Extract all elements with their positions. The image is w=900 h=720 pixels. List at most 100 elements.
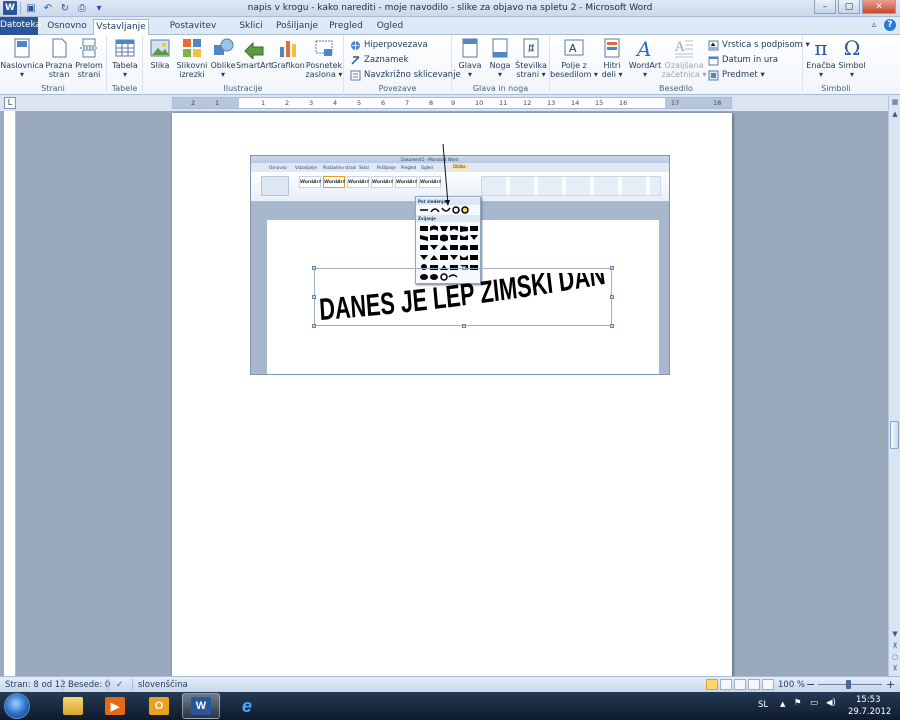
taskbar-outlook[interactable]: O [140, 693, 178, 719]
screenshot-button[interactable]: Posnetek zaslona ▾ [305, 37, 343, 79]
quick-parts-button[interactable]: Hitri deli ▾ [598, 37, 626, 79]
help-icon[interactable]: ? [884, 19, 896, 31]
volume-icon[interactable]: ◀) [826, 698, 836, 708]
input-language[interactable]: SL [758, 700, 768, 710]
window-controls: – ▢ ✕ [814, 0, 896, 14]
tab-file[interactable]: Datoteka [0, 17, 41, 35]
header-button[interactable]: Glava ▾ [455, 37, 485, 79]
zoom-slider-thumb[interactable] [846, 680, 851, 689]
scroll-up-arrow[interactable]: ▲ [890, 109, 900, 119]
language-indicator[interactable]: slovenščina [138, 680, 188, 690]
embedded-title-bar: Dokument1 - Microsoft Word [251, 156, 669, 163]
tab-home[interactable]: Osnovno [44, 19, 90, 35]
vertical-ruler[interactable] [4, 111, 16, 676]
close-button[interactable]: ✕ [862, 0, 896, 14]
shapes-button[interactable]: Oblike ▾ [209, 37, 237, 79]
hyperlink-label: Hiperpovezava [364, 40, 428, 50]
clock-date[interactable]: 29.7.2012 [848, 707, 891, 717]
object-icon [708, 70, 719, 80]
network-icon[interactable]: ▭ [810, 698, 818, 708]
tab-view[interactable]: Ogled [372, 19, 408, 35]
resize-handle[interactable] [462, 266, 466, 270]
proofing-icon[interactable]: ✓ [116, 680, 123, 690]
full-screen-reading-view-button[interactable] [720, 679, 732, 690]
scroll-thumb[interactable] [890, 421, 899, 449]
resize-handle[interactable] [312, 266, 316, 270]
table-button[interactable]: Tabela ▾ [110, 37, 140, 79]
print-layout-view-button[interactable] [706, 679, 718, 690]
footer-icon [492, 38, 508, 58]
show-hidden-icons[interactable]: ▲ [780, 700, 785, 708]
horizontal-ruler[interactable]: 2 1 1 2 3 4 5 6 7 8 9 10 11 12 13 14 15 … [172, 97, 732, 109]
symbol-button[interactable]: Ω Simbol ▾ [837, 37, 867, 79]
start-button[interactable] [4, 693, 30, 719]
ruler-number: 5 [357, 99, 362, 107]
taskbar-media-player[interactable]: ▶ [96, 693, 134, 719]
tab-selector[interactable]: L [4, 97, 16, 109]
clip-art-button[interactable]: Slikovni izrezki [175, 37, 209, 79]
wordart-text-graphic[interactable]: DANES JE LEP ZIMSKI DAN [316, 273, 612, 327]
taskbar-explorer[interactable] [54, 693, 92, 719]
web-layout-view-button[interactable] [734, 679, 746, 690]
tab-review[interactable]: Pregled [326, 19, 366, 35]
group-illustrations: Slika Slikovni izrezki Oblike ▾ SmartArt… [143, 35, 344, 95]
zoom-level[interactable]: 100 % [778, 680, 805, 690]
ruler-number: 16 [619, 99, 628, 107]
minimize-button[interactable]: – [814, 0, 836, 14]
action-center-icon[interactable]: ⚑ [794, 698, 802, 708]
ruler-toggle-icon[interactable]: ▦ [890, 97, 900, 107]
scroll-down-arrow[interactable]: ▼ [890, 629, 900, 639]
picture-label: Slika [150, 61, 170, 70]
tab-page-layout[interactable]: Postavitev strani [156, 19, 230, 45]
browse-object-icon[interactable]: ○ [890, 652, 900, 662]
resize-handle[interactable] [610, 266, 614, 270]
vertical-scrollbar[interactable]: ▦ ▲ ▼ ⊼ ○ ⊻ [888, 95, 900, 676]
page-count[interactable]: Stran: 8 od 12 [5, 680, 66, 690]
picture-button[interactable]: Slika [146, 37, 174, 70]
zoom-in-button[interactable]: + [886, 678, 895, 691]
zoom-out-button[interactable]: − [806, 678, 815, 691]
signature-line-label: Vrstica s podpisom ▾ [722, 40, 810, 50]
word-count[interactable]: Besede: 0 [68, 680, 110, 690]
bookmark-button[interactable]: Zaznamek [350, 53, 409, 67]
window-title: napis v krogu - kako narediti - moje nav… [247, 3, 653, 13]
maximize-button[interactable]: ▢ [838, 0, 860, 14]
tab-mailings[interactable]: Pošiljanje [272, 19, 322, 35]
follow-path-shapes [420, 206, 469, 214]
date-time-button[interactable]: Datum in ura [708, 53, 778, 67]
svg-text:A: A [674, 40, 685, 55]
cover-page-button[interactable]: Naslovnica ▾ [0, 37, 44, 79]
wordart-style-thumb: WordArt [395, 176, 417, 188]
taskbar-word[interactable]: W [182, 693, 220, 719]
header-icon [462, 38, 478, 58]
title-bar: W ▣ ↶ ↻ ⎙ ▾ napis v krogu - kako naredit… [0, 0, 900, 17]
chart-button[interactable]: Grafikon [271, 37, 305, 70]
clock-time[interactable]: 15:53 [856, 695, 881, 705]
tab-references[interactable]: Sklici [234, 19, 268, 35]
page-break-button[interactable]: Prelom strani [74, 37, 104, 79]
embedded-ribbon-tools [481, 176, 661, 196]
outline-view-button[interactable] [748, 679, 760, 690]
hyperlink-button[interactable]: Hiperpovezava [350, 38, 428, 52]
footer-button[interactable]: Noga ▾ [485, 37, 515, 79]
equation-button[interactable]: π Enačba ▾ [805, 37, 837, 79]
drop-cap-icon: A [674, 40, 693, 58]
date-time-label: Datum in ura [722, 55, 778, 65]
minimize-ribbon-icon[interactable]: ▵ [868, 19, 880, 31]
blank-page-button[interactable]: Prazna stran [44, 37, 74, 79]
object-button[interactable]: Predmet ▾ [708, 68, 765, 82]
taskbar-internet-explorer[interactable]: e [228, 693, 266, 719]
page-number-button[interactable]: Številka strani ▾ [514, 37, 548, 79]
tab-insert[interactable]: Vstavljanje [93, 19, 149, 35]
text-box-button[interactable]: A Polje z besedilom ▾ [550, 37, 598, 79]
object-label: Predmet ▾ [722, 70, 765, 80]
draft-view-button[interactable] [762, 679, 774, 690]
previous-page-icon[interactable]: ⊼ [890, 641, 900, 651]
ruler-number: 2 [191, 99, 196, 107]
cross-reference-button[interactable]: Navzkrižno sklicevanje [350, 68, 461, 82]
drop-cap-button[interactable]: A Ozaljšana začetnica ▾ [662, 37, 707, 79]
wordart-button[interactable]: A WordArt ▾ [628, 37, 662, 79]
signature-line-button[interactable]: Vrstica s podpisom ▾ [708, 38, 810, 52]
smartart-button[interactable]: SmartArt [236, 37, 272, 70]
next-page-icon[interactable]: ⊻ [890, 663, 900, 673]
